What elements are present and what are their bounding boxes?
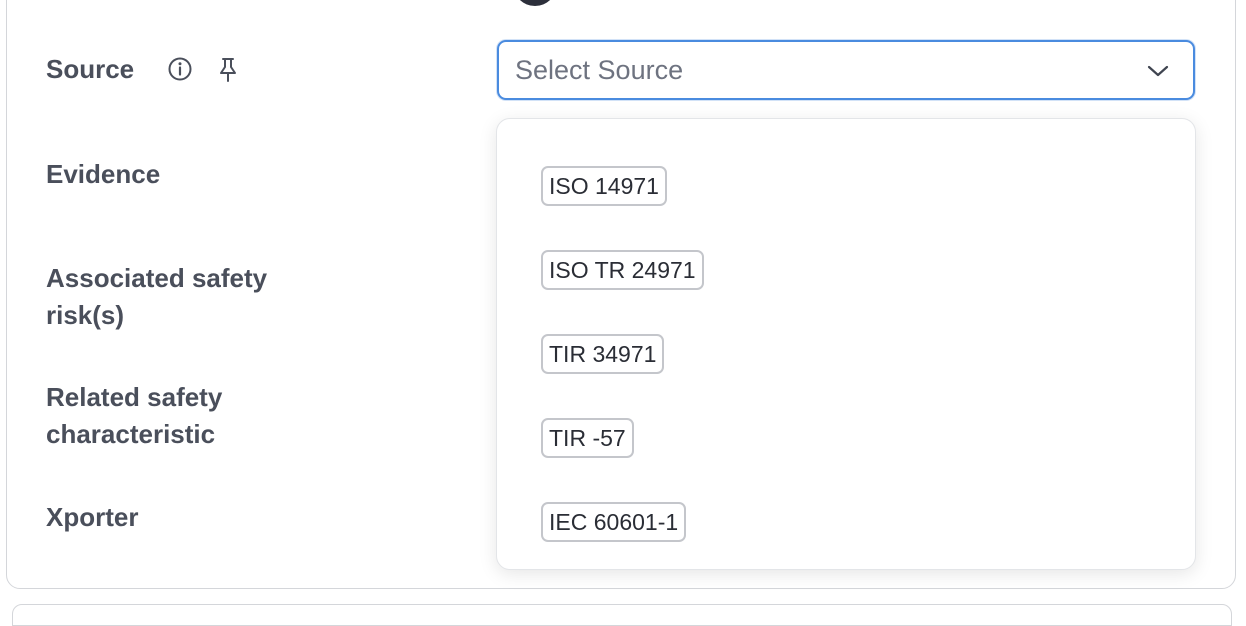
source-option-tag: TIR 34971 (541, 334, 665, 374)
source-option-tir-34971[interactable]: TIR 34971 (497, 323, 1195, 387)
chevron-down-icon[interactable] (1147, 62, 1169, 80)
associated-safety-risks-label: Associated safety risk(s) (46, 260, 267, 334)
source-label: Source (46, 54, 135, 84)
source-select[interactable]: Select Source (497, 40, 1195, 100)
source-option-iso-tr-24971[interactable]: ISO TR 24971 (497, 239, 1195, 303)
source-dropdown-menu: ISO 14971 ISO TR 24971 TIR 34971 TIR -57… (496, 118, 1196, 570)
related-safety-characteristic-label-line1: Related safety (46, 382, 223, 412)
source-option-iec-60601-1[interactable]: IEC 60601-1 (497, 491, 1195, 555)
next-card-edge (12, 604, 1232, 626)
source-option-tag: TIR -57 (541, 418, 634, 458)
associated-safety-risks-label-line2: risk(s) (46, 300, 125, 330)
source-option-tag: IEC 60601-1 (541, 502, 687, 542)
info-icon[interactable] (167, 56, 193, 82)
source-option-tag: ISO 14971 (541, 166, 667, 206)
source-option-tag: ISO TR 24971 (541, 250, 704, 290)
pin-icon[interactable] (216, 56, 240, 84)
source-select-placeholder: Select Source (515, 54, 684, 85)
related-safety-characteristic-label: Related safety characteristic (46, 379, 222, 453)
xporter-label: Xporter (46, 502, 139, 532)
related-safety-characteristic-label-line2: characteristic (46, 419, 216, 449)
associated-safety-risks-label-line1: Associated safety (46, 263, 268, 293)
evidence-label: Evidence (46, 159, 161, 189)
source-option-tir-57[interactable]: TIR -57 (497, 407, 1195, 471)
source-option-iso-14971[interactable]: ISO 14971 (497, 155, 1195, 219)
